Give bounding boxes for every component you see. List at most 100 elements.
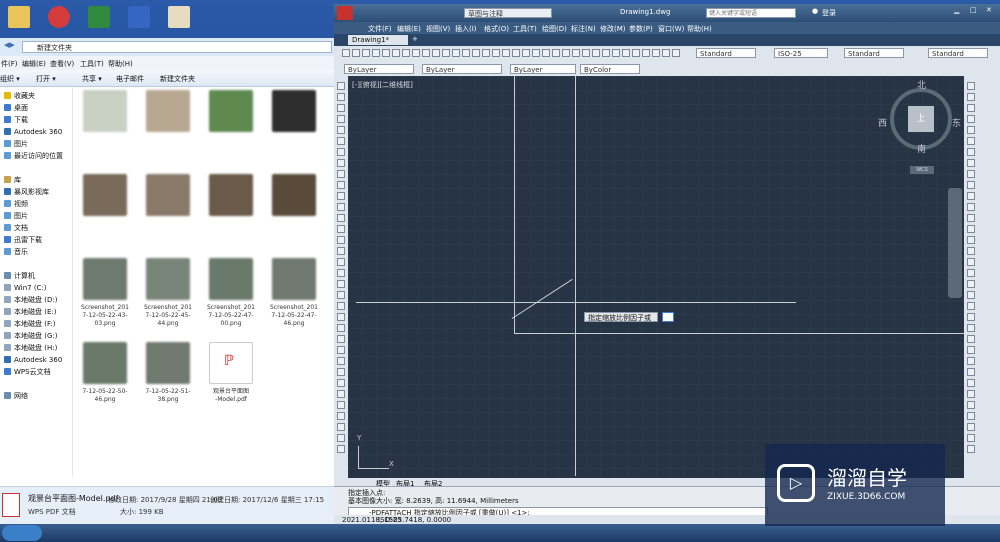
tab-drawing1[interactable]: Drawing1* bbox=[348, 35, 408, 45]
toolbar-button[interactable] bbox=[967, 390, 975, 398]
viewcube[interactable]: 上 bbox=[890, 88, 952, 150]
viewcube-top[interactable]: 上 bbox=[908, 106, 934, 132]
menu-tools[interactable]: 工具(T) bbox=[80, 59, 104, 69]
acad-menu-item[interactable]: 视图(V) bbox=[426, 24, 450, 34]
toolbar-button[interactable] bbox=[967, 225, 975, 233]
nav-item[interactable]: 本地磁盘 (F:) bbox=[4, 319, 56, 330]
user-icon[interactable]: ● bbox=[812, 7, 818, 15]
toolbar-button[interactable] bbox=[672, 49, 680, 57]
toolbar-button[interactable] bbox=[612, 49, 620, 57]
toolbar-button[interactable] bbox=[402, 49, 410, 57]
toolbar-button[interactable] bbox=[452, 49, 460, 57]
annotation-scale[interactable]: ISO-25 bbox=[378, 516, 402, 524]
nav-item[interactable]: 桌面 bbox=[4, 103, 28, 114]
file-item[interactable] bbox=[139, 172, 197, 252]
open-button[interactable]: 打开 ▾ bbox=[36, 74, 56, 84]
file-item[interactable] bbox=[265, 172, 323, 252]
toolbar-button[interactable] bbox=[967, 423, 975, 431]
toolbar-button[interactable] bbox=[337, 236, 345, 244]
file-item[interactable]: Screenshot_201 7-12-05-22-47- 46.png bbox=[265, 256, 323, 336]
nav-item[interactable]: 本地磁盘 (D:) bbox=[4, 295, 57, 306]
file-item[interactable] bbox=[139, 88, 197, 168]
word-icon[interactable] bbox=[128, 6, 150, 28]
toolbar-button[interactable] bbox=[542, 49, 550, 57]
excel-icon[interactable] bbox=[88, 6, 110, 28]
toolbar-button[interactable] bbox=[967, 192, 975, 200]
share-button[interactable]: 共享 ▾ bbox=[82, 74, 102, 84]
nav-item[interactable]: 本地磁盘 (G:) bbox=[4, 331, 57, 342]
toolbar-button[interactable] bbox=[632, 49, 640, 57]
toolbar-button[interactable] bbox=[337, 269, 345, 277]
toolbar-button[interactable] bbox=[337, 214, 345, 222]
file-item[interactable]: Screenshot_201 7-12-05-22-43- 03.png bbox=[76, 256, 134, 336]
nav-item[interactable]: 本地磁盘 (H:) bbox=[4, 343, 57, 354]
toolbar-button[interactable] bbox=[337, 126, 345, 134]
folder-icon[interactable] bbox=[8, 6, 30, 28]
toolbar-button[interactable] bbox=[967, 170, 975, 178]
toolbar-button[interactable] bbox=[967, 280, 975, 288]
organize-button[interactable]: 组织 ▾ bbox=[0, 74, 20, 84]
nav-item[interactable]: 视频 bbox=[4, 199, 28, 210]
toolbar-button[interactable] bbox=[582, 49, 590, 57]
toolbar-button[interactable] bbox=[532, 49, 540, 57]
toolbar-button[interactable] bbox=[342, 49, 350, 57]
email-button[interactable]: 电子邮件 bbox=[116, 74, 144, 84]
login-link[interactable]: 登录 bbox=[822, 8, 836, 18]
acad-menu-item[interactable]: 编辑(E) bbox=[397, 24, 421, 34]
autocad-logo-icon[interactable] bbox=[337, 6, 353, 20]
nav-item[interactable]: 图片 bbox=[4, 211, 28, 222]
toolbar-button[interactable] bbox=[337, 93, 345, 101]
toolbar-button[interactable] bbox=[662, 49, 670, 57]
toolbar-button[interactable] bbox=[967, 159, 975, 167]
dim-style-select[interactable]: ISO-25 bbox=[774, 48, 828, 58]
toolbar-button[interactable] bbox=[442, 49, 450, 57]
toolbar-button[interactable] bbox=[967, 148, 975, 156]
toolbar-button[interactable] bbox=[337, 137, 345, 145]
toolbar-button[interactable] bbox=[967, 104, 975, 112]
toolbar-button[interactable] bbox=[652, 49, 660, 57]
toolbar-button[interactable] bbox=[337, 181, 345, 189]
nav-item[interactable]: WPS云文档 bbox=[4, 367, 51, 378]
toolbar-button[interactable] bbox=[337, 115, 345, 123]
toolbar-button[interactable] bbox=[967, 214, 975, 222]
plotstyle-select[interactable]: ByColor bbox=[580, 64, 640, 74]
workspace-select[interactable]: 草图与注释 bbox=[464, 8, 552, 18]
toolbar-button[interactable] bbox=[422, 49, 430, 57]
toolbar-button[interactable] bbox=[337, 291, 345, 299]
close-button[interactable]: ✕ bbox=[986, 6, 992, 14]
toolbar-button[interactable] bbox=[967, 258, 975, 266]
nav-item[interactable]: 计算机 bbox=[4, 271, 35, 282]
toolbar-button[interactable] bbox=[372, 49, 380, 57]
toolbar-button[interactable] bbox=[472, 49, 480, 57]
lineweight-select[interactable]: ByLayer bbox=[510, 64, 576, 74]
nav-item[interactable]: 收藏夹 bbox=[4, 91, 35, 102]
search-input[interactable] bbox=[706, 8, 796, 18]
acad-menu-item[interactable]: 帮助(H) bbox=[687, 24, 712, 34]
acad-menu-item[interactable]: 标注(N) bbox=[571, 24, 596, 34]
toolbar-button[interactable] bbox=[967, 434, 975, 442]
nav-item[interactable]: Autodesk 360 bbox=[4, 355, 62, 366]
toolbar-button[interactable] bbox=[642, 49, 650, 57]
navigation-bar[interactable] bbox=[948, 188, 962, 298]
toolbar-button[interactable] bbox=[337, 434, 345, 442]
toolbar-button[interactable] bbox=[967, 247, 975, 255]
toolbar-button[interactable] bbox=[967, 324, 975, 332]
file-icon[interactable] bbox=[168, 6, 190, 28]
file-item[interactable]: Screenshot_201 7-12-05-22-47- 00.png bbox=[202, 256, 260, 336]
toolbar-button[interactable] bbox=[337, 390, 345, 398]
wcs-menu[interactable]: WCS bbox=[910, 166, 934, 174]
compass-east[interactable]: 东 bbox=[952, 116, 961, 129]
text-style-select[interactable]: Standard bbox=[696, 48, 756, 58]
menu-edit[interactable]: 编辑(E) bbox=[22, 59, 46, 69]
acad-menu-item[interactable]: 窗口(W) bbox=[658, 24, 684, 34]
toolbar-button[interactable] bbox=[967, 357, 975, 365]
toolbar-button[interactable] bbox=[337, 280, 345, 288]
acad-menu-item[interactable]: 文件(F) bbox=[368, 24, 392, 34]
acad-menu-item[interactable]: 工具(T) bbox=[513, 24, 537, 34]
toolbar-button[interactable] bbox=[967, 236, 975, 244]
toolbar-button[interactable] bbox=[967, 445, 975, 453]
toolbar-button[interactable] bbox=[602, 49, 610, 57]
toolbar-button[interactable] bbox=[562, 49, 570, 57]
toolbar-button[interactable] bbox=[337, 335, 345, 343]
back-icon[interactable]: ◀▶ bbox=[4, 41, 15, 49]
